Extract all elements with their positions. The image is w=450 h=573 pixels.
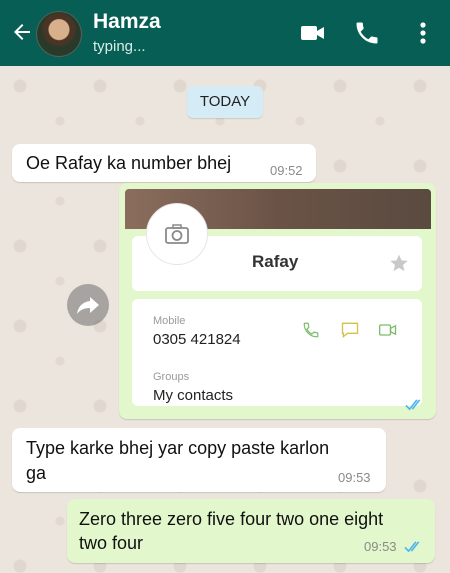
message-contact-icon[interactable] — [340, 320, 360, 340]
back-arrow-icon[interactable] — [10, 20, 34, 44]
forward-icon — [77, 297, 99, 314]
contact-info-panel: Mobile 0305 421824 Groups My contacts — [132, 299, 422, 406]
video-contact-icon[interactable] — [377, 320, 399, 340]
contact-name[interactable]: Hamza — [93, 10, 161, 34]
message-text: Oe Rafay ka number bhej — [26, 153, 232, 173]
star-icon[interactable] — [389, 253, 409, 273]
message-text-line1: Zero three zero five four two one eight — [79, 509, 384, 529]
group-name: My contacts — [153, 387, 234, 404]
read-ticks-icon — [405, 399, 421, 411]
message-time: 09:53 — [338, 470, 371, 485]
outgoing-message[interactable]: Zero three zero five four two one eight … — [67, 499, 435, 563]
contact-photo-placeholder — [146, 203, 208, 265]
message-text-line2: two four — [79, 533, 144, 553]
message-text-line2: ga — [26, 463, 47, 483]
phone-type-label: Mobile — [153, 315, 186, 327]
message-time: 09:53 — [364, 539, 397, 554]
call-contact-icon[interactable] — [302, 321, 320, 339]
groups-label: Groups — [153, 371, 190, 383]
message-text-line1: Type karke bhej yar copy paste karlon — [26, 438, 330, 458]
voice-call-icon[interactable] — [353, 19, 381, 47]
typing-status: typing... — [93, 38, 146, 55]
contact-card-name: Rafay — [252, 252, 299, 271]
message-time: 09:52 — [270, 163, 303, 178]
more-options-icon[interactable] — [409, 19, 437, 47]
chat-header: Hamza typing... — [0, 0, 450, 66]
phone-number[interactable]: 0305 421824 — [153, 331, 241, 348]
video-call-icon[interactable] — [299, 19, 327, 47]
incoming-message[interactable]: Oe Rafay ka number bhej 09:52 — [12, 144, 316, 182]
date-separator: TODAY — [187, 86, 263, 118]
forward-button[interactable] — [67, 284, 109, 326]
camera-icon — [165, 224, 189, 244]
contact-card-message[interactable]: Rafay Mobile 0305 421824 Groups My conta… — [119, 183, 436, 419]
contact-avatar[interactable] — [36, 11, 82, 57]
read-ticks-icon — [404, 541, 420, 553]
incoming-message[interactable]: Type karke bhej yar copy paste karlon ga… — [12, 428, 386, 492]
